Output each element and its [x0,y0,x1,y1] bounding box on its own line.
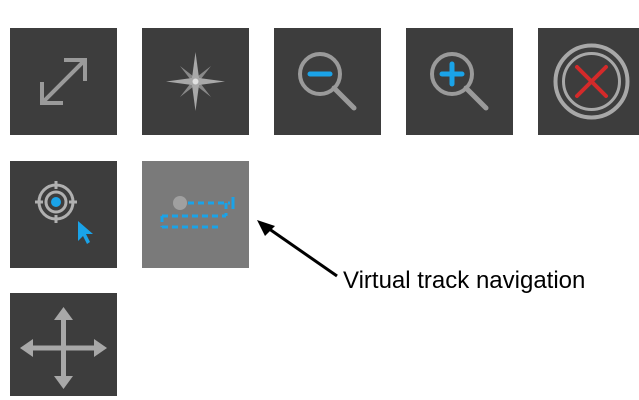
zoom-out-magnifier-icon [298,52,357,111]
close-circle-x-icon [553,43,630,120]
compass-star-icon [166,52,225,111]
diagonal-expand-arrows-icon [40,58,87,105]
callout-arrow [257,220,338,278]
target-pointer-icon [35,181,93,244]
zoom-out-button[interactable] [274,28,381,135]
zoom-in-button[interactable] [406,28,513,135]
virtual-track-icon [160,196,235,229]
virtual-track-button[interactable] [142,161,249,268]
pan-button[interactable] [10,293,117,396]
zoom-in-magnifier-icon [430,52,489,111]
cancel-button[interactable] [538,28,639,135]
locate-button[interactable] [10,161,117,268]
four-way-arrows-icon [20,307,107,389]
callout-label: Virtual track navigation [343,267,586,294]
fit-extent-button[interactable] [10,28,117,135]
north-star-button[interactable] [142,28,249,135]
